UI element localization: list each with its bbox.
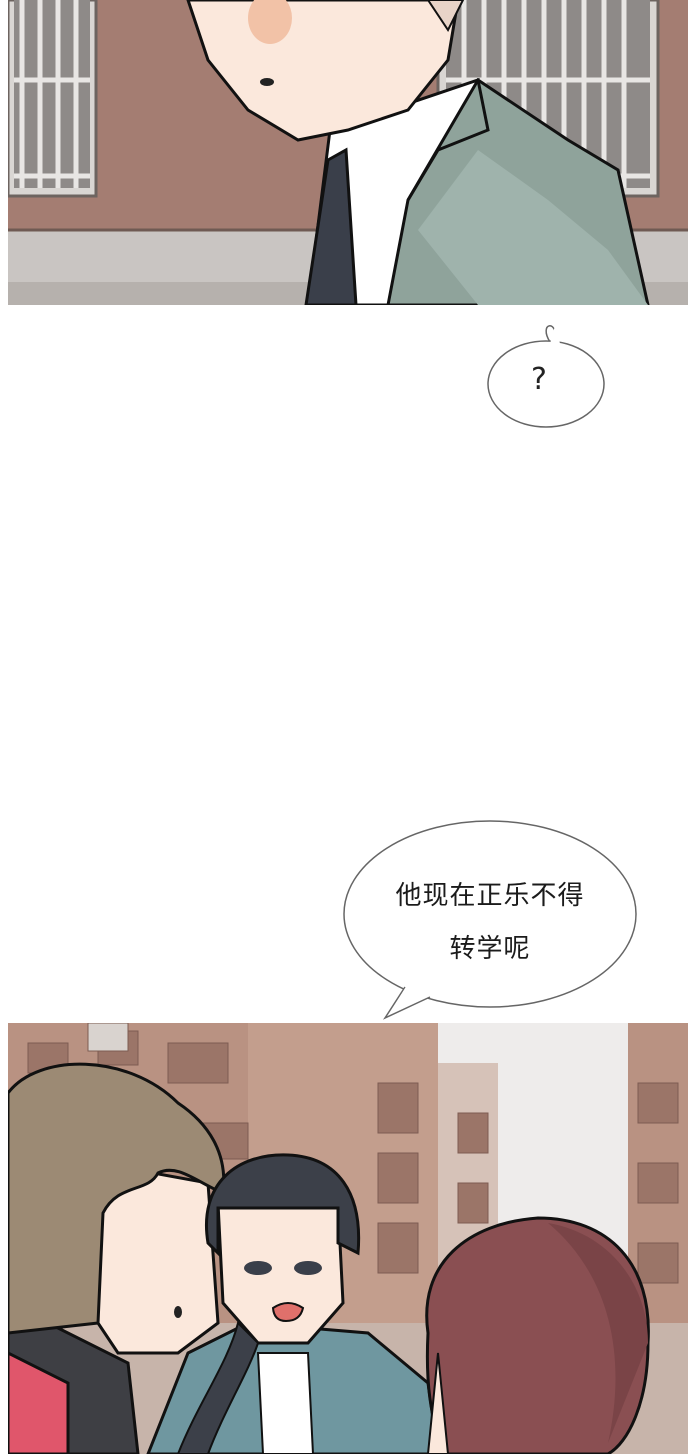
- panel-top-illustration: [8, 0, 688, 305]
- bubble-line-2: 转学呢: [449, 934, 531, 964]
- air-conditioner: [87, 1023, 129, 1052]
- barred-window-left: [8, 0, 98, 198]
- speech-bubble-main: 他现在正乐不得 转学呢: [335, 815, 645, 1025]
- mouth: [260, 78, 274, 86]
- comic-panel-top: [8, 0, 688, 305]
- panel-bottom-illustration: [8, 1023, 688, 1454]
- bubble-line-1: 他现在正乐不得: [395, 881, 585, 911]
- bubble-outline: [343, 820, 637, 1020]
- girl-right-back: [425, 1216, 650, 1454]
- comic-panel-bottom: [8, 1023, 688, 1454]
- bubble-question-text: ?: [531, 362, 547, 397]
- speech-bubble-question: ?: [480, 318, 614, 436]
